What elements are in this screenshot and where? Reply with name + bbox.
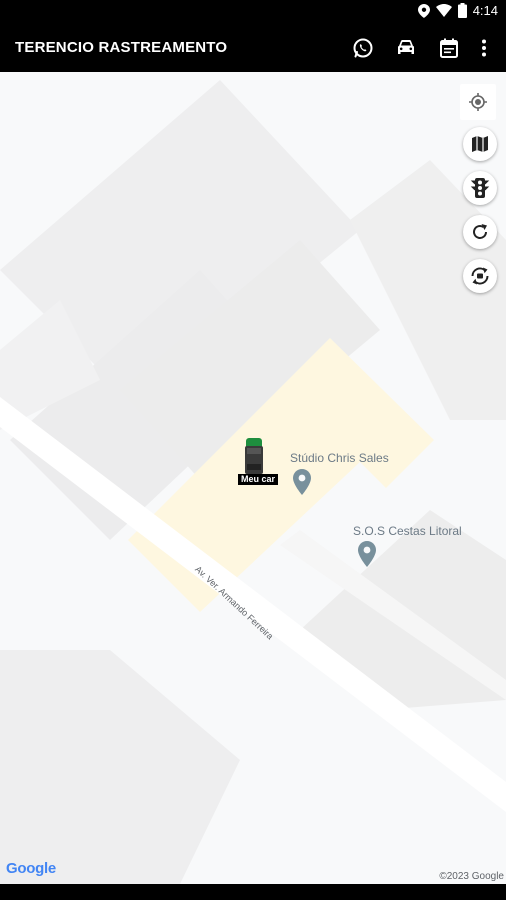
overflow-menu-button[interactable] xyxy=(470,34,498,62)
app-title: TERENCIO RASTREAMENTO xyxy=(15,39,228,56)
whatsapp-button[interactable] xyxy=(341,34,384,62)
clock: 4:14 xyxy=(472,3,498,18)
poi-label[interactable]: Stúdio Chris Sales xyxy=(290,451,389,465)
calendar-icon xyxy=(439,38,458,58)
car-icon xyxy=(397,40,414,54)
refresh-icon xyxy=(473,224,487,239)
more-vert-icon xyxy=(482,39,486,57)
location-icon xyxy=(417,3,430,18)
traffic-button[interactable] xyxy=(463,171,497,205)
vehicle-marker[interactable]: Meu car xyxy=(238,436,280,488)
calendar-button[interactable] xyxy=(427,34,470,62)
poi-label[interactable]: S.O.S Cestas Litoral xyxy=(353,524,462,538)
google-logo: Google xyxy=(6,860,56,877)
map-view[interactable]: Av. Ver. Armando Ferreira Stúdio Chris S… xyxy=(0,72,506,884)
map-copyright: ©2023 Google xyxy=(439,871,504,882)
status-icons: 4:14 xyxy=(417,3,498,18)
traffic-light-icon xyxy=(470,178,490,198)
wifi-icon xyxy=(435,4,452,17)
rotate-camera-button[interactable] xyxy=(463,259,497,293)
google-logo-text: Google xyxy=(6,860,56,877)
battery-icon xyxy=(457,3,467,18)
rotate-camera-icon xyxy=(471,267,489,285)
building-block xyxy=(0,650,240,884)
vehicle-button[interactable] xyxy=(384,34,427,62)
whatsapp-icon xyxy=(353,38,372,58)
poi-pin-icon[interactable] xyxy=(293,469,311,495)
vehicle-label: Meu car xyxy=(238,474,278,485)
my-location-button[interactable] xyxy=(460,84,496,120)
my-location-icon xyxy=(469,93,487,111)
map-layers-icon xyxy=(472,136,488,152)
navigation-bar xyxy=(0,884,506,900)
poi-pin-icon[interactable] xyxy=(358,541,376,567)
vehicle-top-icon xyxy=(245,438,263,474)
map-type-button[interactable] xyxy=(463,127,497,161)
app-actions xyxy=(341,34,498,62)
refresh-button[interactable] xyxy=(463,215,497,249)
status-bar: 4:14 xyxy=(0,0,506,24)
app-bar: TERENCIO RASTREAMENTO xyxy=(0,24,506,72)
